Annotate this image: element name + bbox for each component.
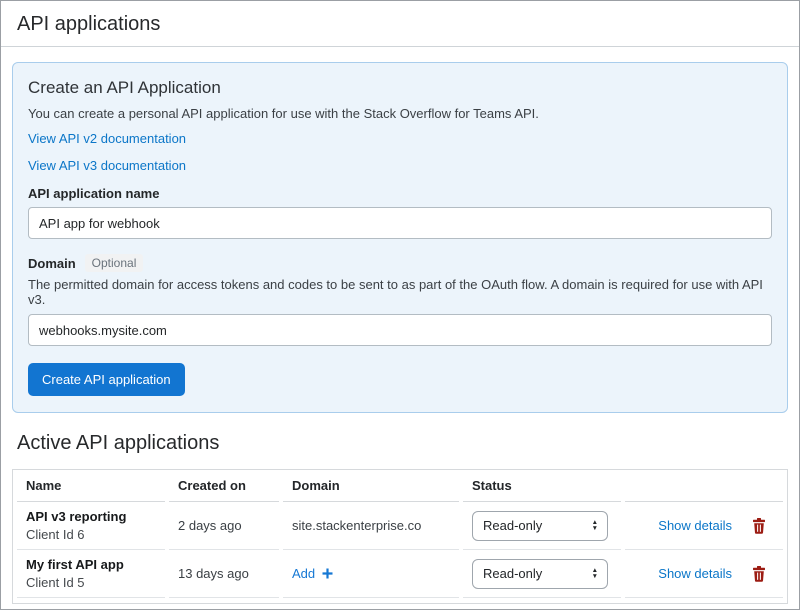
created-on-value: 2 days ago bbox=[169, 502, 279, 550]
active-applications-title: Active API applications bbox=[17, 432, 783, 455]
plus-icon bbox=[321, 567, 334, 580]
trash-icon bbox=[752, 518, 766, 534]
app-name-input[interactable] bbox=[28, 207, 772, 239]
app-name: API v3 reporting bbox=[26, 508, 156, 526]
domain-input[interactable] bbox=[28, 314, 772, 346]
domain-label-row: Domain Optional bbox=[28, 254, 772, 272]
create-panel-description: You can create a personal API applicatio… bbox=[28, 106, 772, 121]
domain-value: site.stackenterprise.co bbox=[283, 502, 459, 550]
active-applications-table: Name Created on Domain Status API v3 rep… bbox=[12, 469, 788, 604]
delete-application-button[interactable] bbox=[752, 518, 766, 534]
select-arrows-icon: ▲▼ bbox=[592, 568, 598, 579]
select-arrows-icon: ▲▼ bbox=[592, 520, 598, 531]
status-select-value: Read-only bbox=[483, 566, 542, 581]
api-v3-docs-link[interactable]: View API v3 documentation bbox=[28, 158, 772, 173]
optional-badge: Optional bbox=[85, 254, 144, 272]
client-id: Client Id 5 bbox=[26, 574, 156, 592]
create-api-application-button[interactable]: Create API application bbox=[28, 363, 185, 396]
status-select[interactable]: Read-only ▲▼ bbox=[472, 511, 608, 541]
show-details-link[interactable]: Show details bbox=[658, 518, 732, 533]
client-id: Client Id 6 bbox=[26, 526, 156, 544]
trash-icon bbox=[752, 566, 766, 582]
page-title: API applications bbox=[17, 13, 783, 36]
table-row: My first API app Client Id 5 13 days ago… bbox=[17, 550, 783, 598]
delete-application-button[interactable] bbox=[752, 566, 766, 582]
create-api-panel: Create an API Application You can create… bbox=[12, 62, 788, 413]
status-select[interactable]: Read-only ▲▼ bbox=[472, 559, 608, 589]
api-v2-docs-link[interactable]: View API v2 documentation bbox=[28, 131, 772, 146]
column-header-created: Created on bbox=[169, 470, 279, 502]
app-name-label: API application name bbox=[28, 186, 772, 201]
status-select-value: Read-only bbox=[483, 518, 542, 533]
app-name: My first API app bbox=[26, 556, 156, 574]
domain-label: Domain bbox=[28, 256, 76, 271]
table-header-row: Name Created on Domain Status bbox=[17, 470, 783, 502]
column-header-status: Status bbox=[463, 470, 621, 502]
created-on-value: 13 days ago bbox=[169, 550, 279, 598]
column-header-actions bbox=[625, 470, 783, 502]
table-row: API v3 reporting Client Id 6 2 days ago … bbox=[17, 502, 783, 550]
show-details-link[interactable]: Show details bbox=[658, 566, 732, 581]
column-header-domain: Domain bbox=[283, 470, 459, 502]
api-applications-page: API applications Create an API Applicati… bbox=[0, 0, 800, 610]
column-header-name: Name bbox=[17, 470, 165, 502]
add-domain-label: Add bbox=[292, 566, 315, 581]
add-domain-link[interactable]: Add bbox=[292, 566, 334, 581]
title-divider bbox=[1, 46, 799, 47]
domain-help-text: The permitted domain for access tokens a… bbox=[28, 277, 772, 307]
create-panel-title: Create an API Application bbox=[28, 78, 772, 98]
